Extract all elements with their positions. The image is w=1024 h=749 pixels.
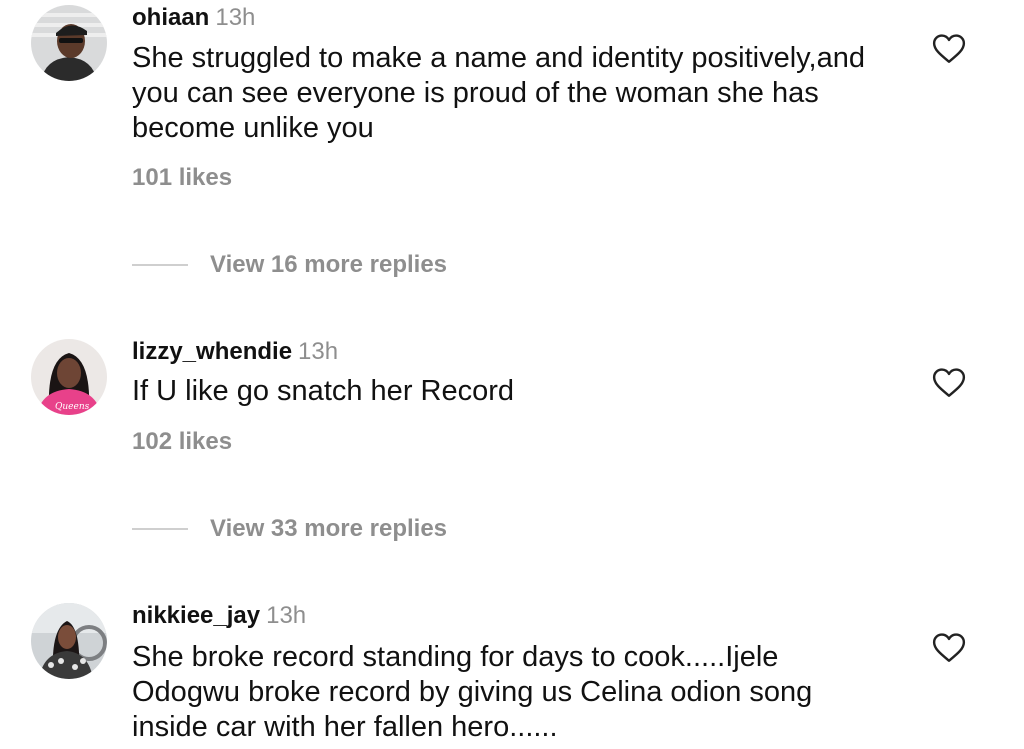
likes-count[interactable]: 101 likes bbox=[132, 164, 232, 192]
likes-count[interactable]: 102 likes bbox=[132, 428, 232, 456]
user-avatar[interactable] bbox=[31, 603, 107, 679]
timestamp: 13h bbox=[215, 4, 256, 31]
comment-text: If U like go snatch her Record bbox=[132, 375, 515, 407]
comment-item: ohiaan 13h She struggled to make a name a… bbox=[0, 0, 1024, 300]
username[interactable]: nikkiee_jay bbox=[132, 602, 260, 629]
avatar-woman-car bbox=[31, 603, 107, 679]
view-replies-button[interactable]: View 33 more replies bbox=[132, 514, 447, 544]
username[interactable]: lizzy_whendie bbox=[132, 338, 292, 365]
comment-text: She broke record standing for days to co… bbox=[132, 641, 813, 743]
view-replies-button[interactable]: View 16 more replies bbox=[132, 250, 447, 280]
heart-outline-icon[interactable] bbox=[932, 367, 966, 399]
replies-divider bbox=[132, 528, 188, 530]
heart-outline-icon[interactable] bbox=[932, 632, 966, 664]
comment-text: She struggled to make a name and identit… bbox=[132, 42, 865, 144]
svg-text:Queens: Queens bbox=[55, 402, 90, 412]
username[interactable]: ohiaan bbox=[132, 4, 209, 31]
user-avatar[interactable]: Queens bbox=[31, 339, 107, 415]
user-avatar[interactable] bbox=[31, 5, 107, 81]
avatar-woman-pink: Queens bbox=[31, 339, 107, 415]
comment-meta: lizzy_whendie 13h bbox=[132, 338, 338, 366]
avatar-man-cap bbox=[31, 5, 107, 81]
timestamp: 13h bbox=[266, 602, 307, 629]
comment-meta: ohiaan 13h bbox=[132, 4, 255, 32]
timestamp: 13h bbox=[298, 338, 339, 365]
view-replies-label: View 33 more replies bbox=[210, 515, 448, 542]
heart-outline-icon[interactable] bbox=[932, 33, 966, 65]
replies-divider bbox=[132, 264, 188, 266]
comment-meta: nikkiee_jay 13h bbox=[132, 602, 306, 630]
view-replies-label: View 16 more replies bbox=[210, 251, 448, 278]
